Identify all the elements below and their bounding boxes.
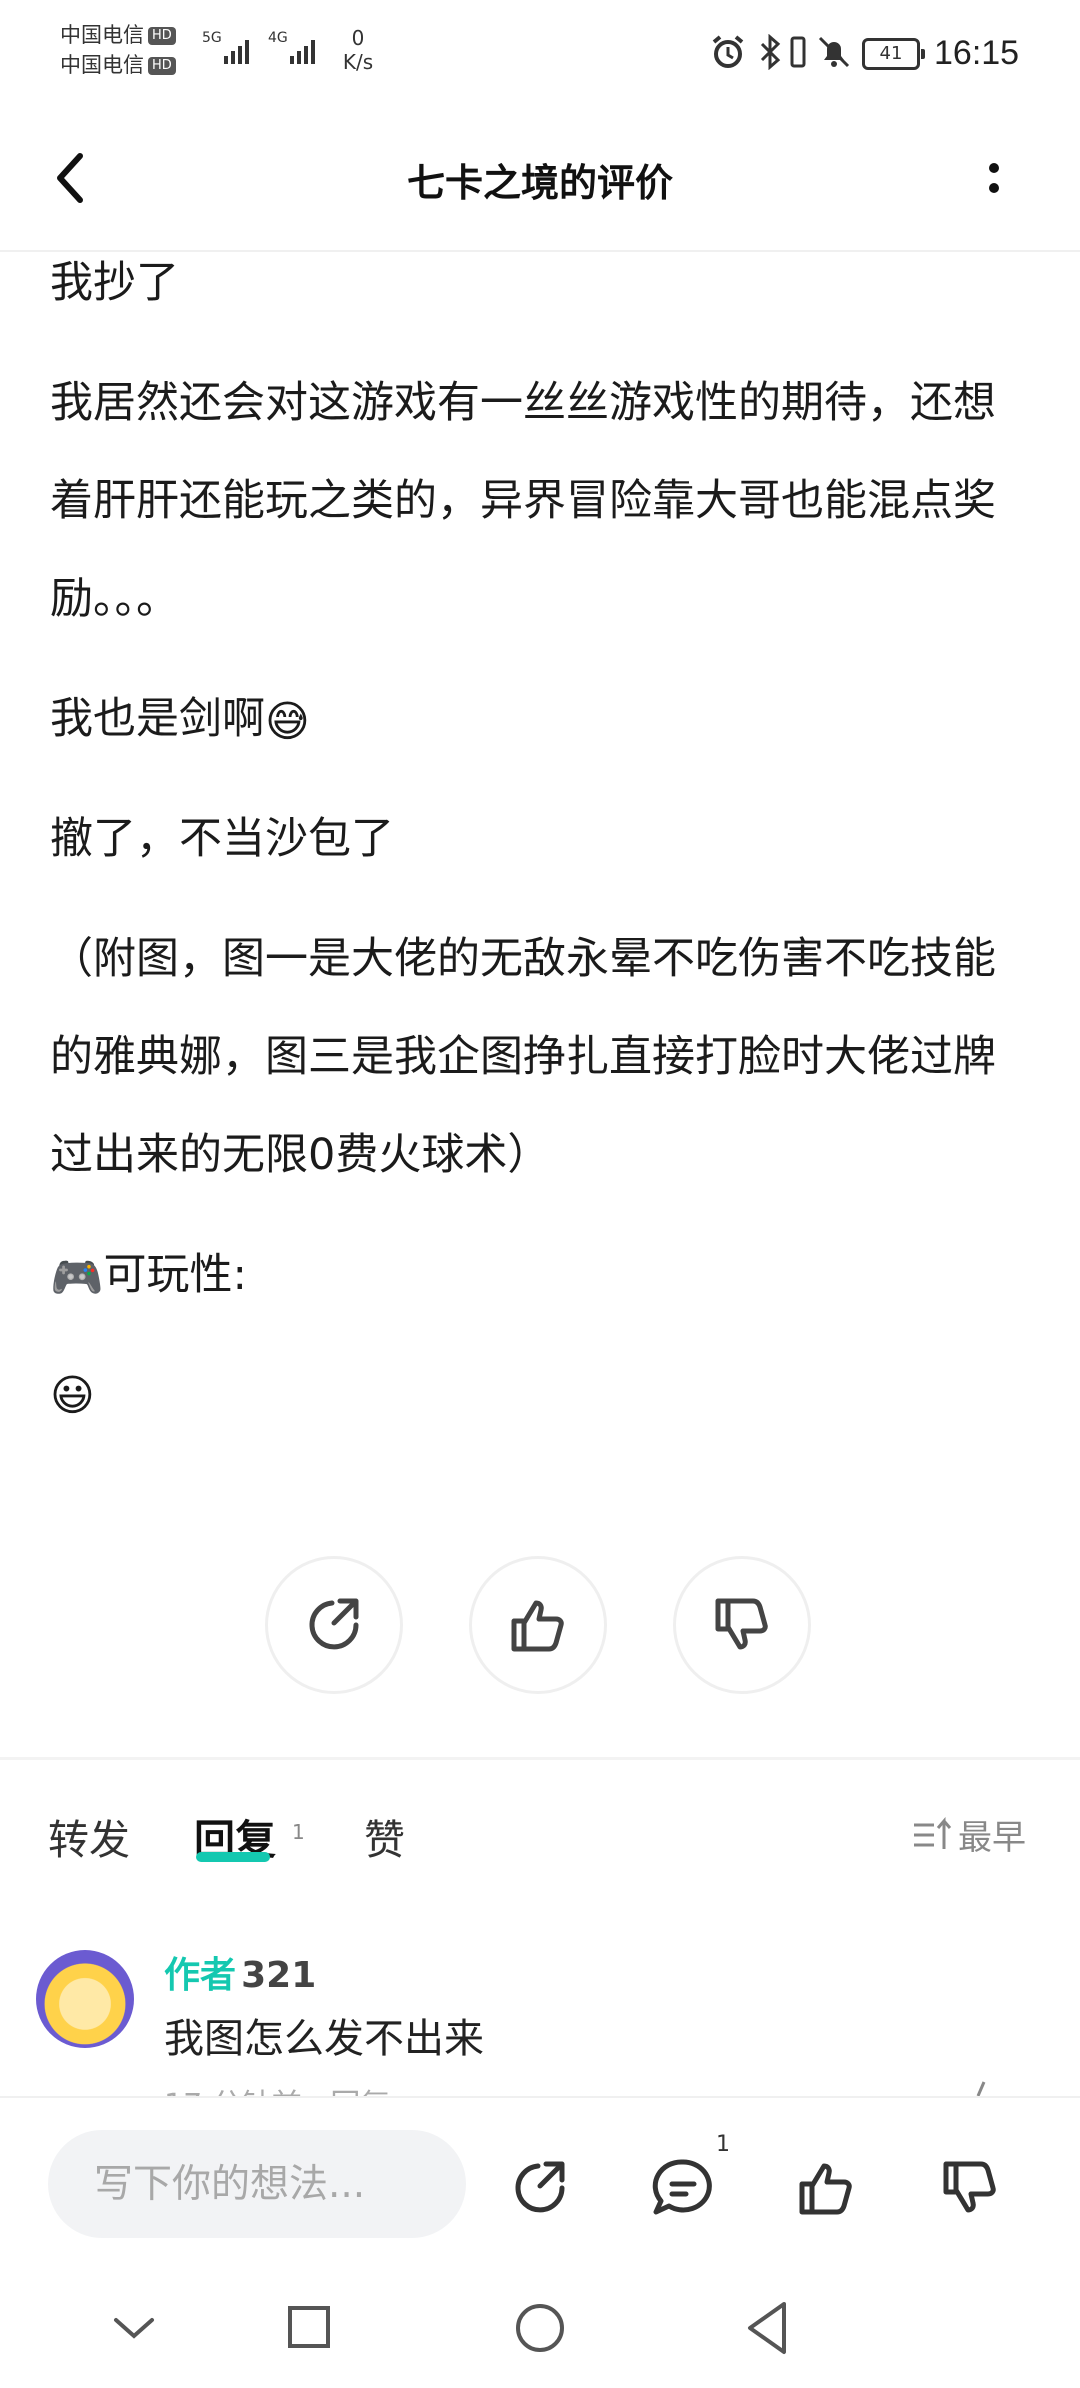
comment-icon[interactable] — [650, 2156, 716, 2220]
playability-rating: 😃 — [50, 1344, 1030, 1445]
more-vertical-icon[interactable] — [982, 158, 1006, 202]
smiley-emoji: 😃 — [50, 1370, 95, 1421]
back-triangle-icon[interactable] — [744, 2300, 790, 2356]
chevron-down-icon[interactable] — [112, 2314, 156, 2342]
reply-count-badge: 1 — [716, 2132, 730, 2157]
sort-icon — [914, 1816, 952, 1849]
review-paragraph: 撤了，不当沙包了 — [50, 814, 394, 864]
avatar[interactable] — [36, 1950, 134, 2048]
review-paragraph-text: 我也是剑啊 — [50, 694, 265, 744]
review-paragraph: 我也是剑啊😅 — [50, 670, 1030, 771]
home-icon[interactable] — [514, 2302, 566, 2354]
signal-icon — [290, 36, 315, 64]
tab-active-indicator — [196, 1852, 270, 1862]
network-4g-label: 4G — [268, 30, 288, 46]
like-button[interactable] — [469, 1556, 607, 1694]
speed-value: 0 — [351, 26, 365, 50]
reply-count: 1 — [292, 1820, 305, 1844]
carrier-2: 中国电信 — [60, 53, 144, 77]
share-icon — [309, 1598, 359, 1650]
carrier-info: 中国电信 HD 中国电信 HD — [60, 20, 176, 80]
share-icon[interactable] — [508, 2156, 572, 2220]
author-tag: 作者 — [164, 1955, 237, 1996]
sort-label: 最早 — [958, 1818, 1026, 1858]
thumbs-up-icon — [511, 1600, 564, 1652]
status-bar: 中国电信 HD 中国电信 HD 5G 4G 0 K/s 41 16:15 — [0, 0, 1080, 110]
signal-icon — [224, 36, 249, 64]
thumbs-down-icon — [715, 1598, 768, 1650]
comment-meta: 17 分钟前 · 回复 — [164, 2080, 390, 2096]
alarm-icon — [712, 35, 744, 68]
sort-button[interactable]: 最早 — [912, 1810, 1026, 1859]
section-divider — [0, 1757, 1080, 1760]
mute-notification-icon — [818, 36, 850, 68]
speed-unit: K/s — [342, 50, 374, 74]
hd-badge: HD — [148, 27, 176, 45]
carrier-1: 中国电信 — [60, 23, 144, 47]
comment-like-icon[interactable] — [958, 2078, 998, 2096]
comment-username[interactable]: 321 — [241, 1955, 316, 1996]
playability-label: 🎮可玩性: — [50, 1226, 1030, 1327]
comment-header: 作者 321 — [164, 1946, 316, 1998]
playability-text: 可玩性: — [103, 1250, 248, 1300]
review-text-line: 我抄了 — [50, 258, 179, 308]
sweat-smile-emoji: 😅 — [265, 696, 310, 747]
review-paragraph: 我居然还会对这游戏有一丝丝游戏性的期待，还想着肝肝还能玩之类的，异界冒险靠大哥也… — [50, 378, 996, 624]
comment-input[interactable] — [48, 2130, 466, 2238]
network-speed: 0 K/s — [336, 26, 380, 74]
tab-like[interactable]: 赞 — [364, 1806, 405, 1866]
gamepad-emoji: 🎮 — [50, 1252, 104, 1303]
page-title: 七卡之境的评价 — [406, 161, 673, 205]
network-5g-label: 5G — [202, 30, 222, 46]
dislike-button[interactable] — [673, 1556, 811, 1694]
hd-badge: HD — [148, 57, 176, 75]
recent-apps-icon[interactable] — [286, 2304, 332, 2350]
clock: 16:15 — [934, 34, 1020, 72]
tab-repost[interactable]: 转发 — [48, 1806, 130, 1866]
thumbs-up-icon[interactable] — [794, 2156, 858, 2220]
thumbs-down-icon[interactable] — [938, 2156, 1002, 2220]
review-paragraph: （附图，图一是大佬的无敌永晕不吃伤害不吃技能的雅典娜，图三是我企图挣扎直接打脸时… — [50, 934, 996, 1180]
battery-icon: 41 — [862, 38, 925, 70]
system-nav-bar — [0, 2270, 1080, 2388]
top-app-bar: 七卡之境的评价 — [0, 110, 1080, 252]
share-button[interactable] — [265, 1556, 403, 1694]
bluetooth-icon — [760, 34, 781, 70]
comment-text: 我图怎么发不出来 — [164, 2016, 484, 2062]
vibrate-icon — [790, 36, 806, 68]
